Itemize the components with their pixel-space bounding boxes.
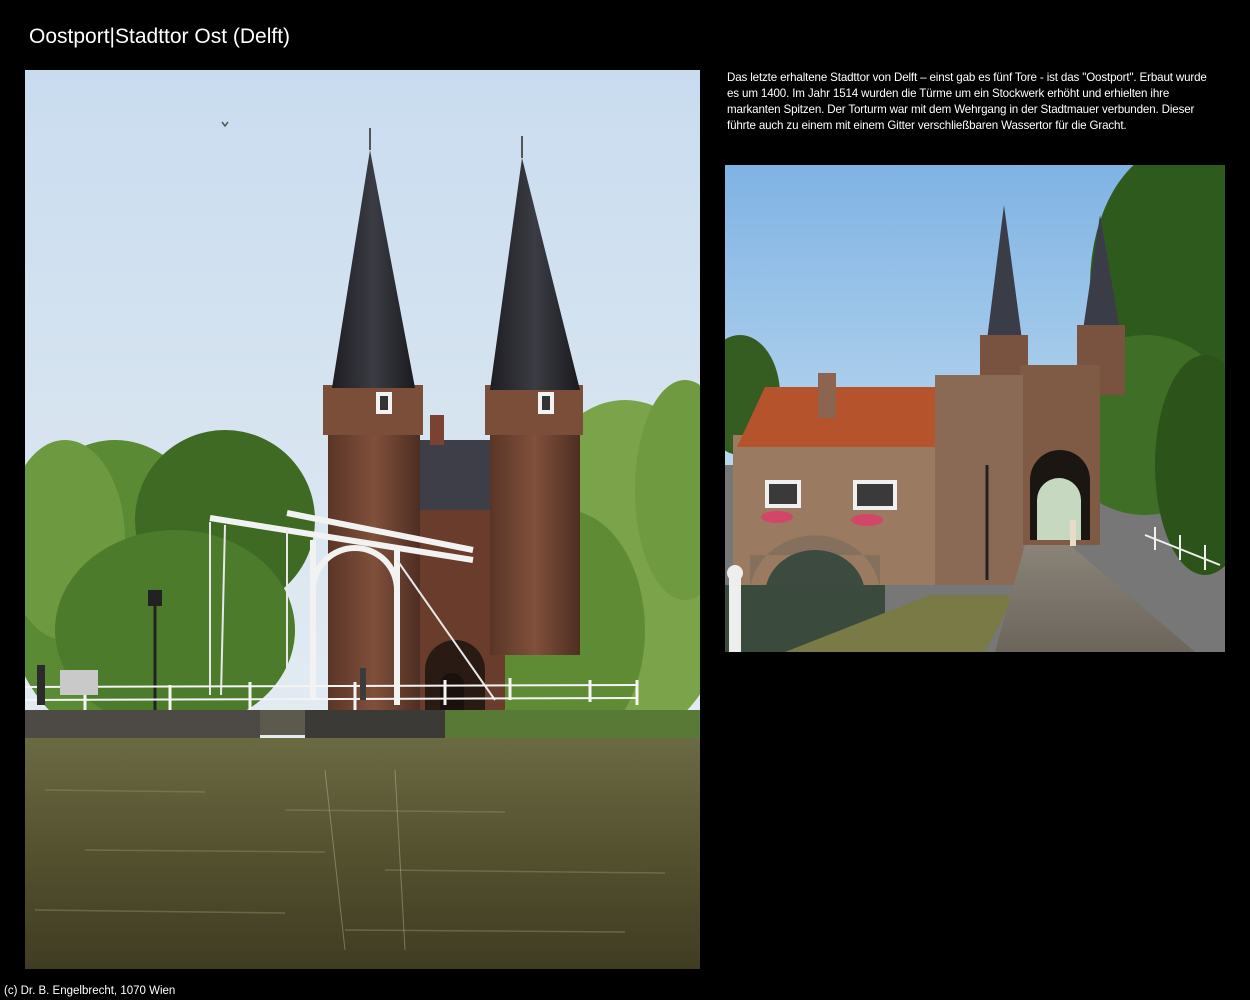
secondary-photo[interactable] [725, 165, 1225, 652]
main-photo[interactable] [25, 70, 700, 969]
copyright-text: (c) Dr. B. Engelbrecht, 1070 Wien [4, 985, 176, 997]
oostport-gatehouse-lane-image [725, 165, 1225, 652]
page-title: Oostport|Stadttor Ost (Delft) [29, 25, 291, 48]
description-text: Das letzte erhaltene Stadttor von Delft … [727, 71, 1207, 132]
oostport-gate-drawbridge-image [25, 70, 700, 969]
